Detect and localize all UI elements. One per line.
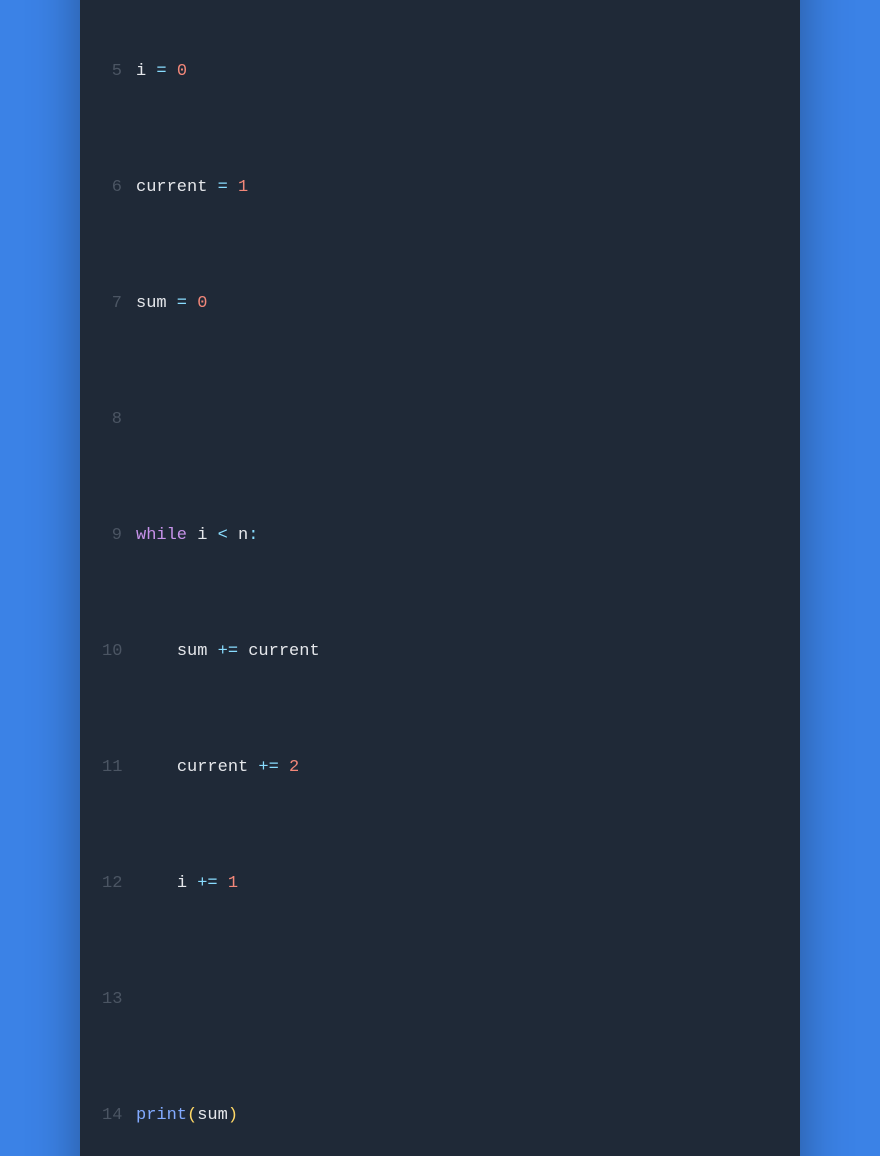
line-number: 8: [102, 405, 136, 434]
line-number: 5: [102, 57, 136, 86]
token-number: 0: [177, 62, 187, 81]
token-operator: <: [207, 526, 238, 545]
token-space: [187, 526, 197, 545]
line-number: 12: [102, 869, 136, 898]
line-number: 7: [102, 289, 136, 318]
token-number: 1: [238, 178, 248, 197]
line-number: 11: [102, 753, 136, 782]
token-variable: n: [238, 526, 248, 545]
line-number: 6: [102, 173, 136, 202]
token-operator: +=: [207, 642, 248, 661]
token-paren: (: [187, 1106, 197, 1125]
token-indent: [136, 758, 177, 777]
token-builtin: print: [136, 1106, 187, 1125]
line-number: 9: [102, 521, 136, 550]
code-line: 11 current += 2: [102, 753, 778, 782]
code-block: 1 # @devsaurabh_ devsaurabh.com 2 # Pyth…: [102, 0, 778, 1156]
token-indent: [136, 874, 177, 893]
token-paren: ): [228, 1106, 238, 1125]
token-operator: +=: [248, 758, 289, 777]
code-line: 5 i = 0: [102, 57, 778, 86]
token-variable: current: [177, 758, 248, 777]
code-line: 13: [102, 985, 778, 1014]
token-operator: =: [146, 62, 177, 81]
token-operator: =: [207, 178, 238, 197]
code-line: 14 print(sum): [102, 1101, 778, 1130]
code-line: 10 sum += current: [102, 637, 778, 666]
token-variable: sum: [177, 642, 208, 661]
token-variable: current: [136, 178, 207, 197]
line-number: 13: [102, 985, 136, 1014]
code-line: 9 while i < n:: [102, 521, 778, 550]
token-variable: sum: [136, 294, 167, 313]
token-operator: +=: [187, 874, 228, 893]
code-line: 6 current = 1: [102, 173, 778, 202]
token-indent: [136, 642, 177, 661]
line-number: 14: [102, 1101, 136, 1130]
token-operator: =: [167, 294, 198, 313]
token-variable: current: [248, 642, 319, 661]
token-variable: i: [177, 874, 187, 893]
token-number: 0: [197, 294, 207, 313]
code-line: 12 i += 1: [102, 869, 778, 898]
token-variable: i: [197, 526, 207, 545]
token-keyword: while: [136, 526, 187, 545]
token-number: 2: [289, 758, 299, 777]
token-number: 1: [228, 874, 238, 893]
token-variable: i: [136, 62, 146, 81]
code-line: 7 sum = 0: [102, 289, 778, 318]
code-line: 8: [102, 405, 778, 434]
line-number: 10: [102, 637, 136, 666]
token-variable: sum: [197, 1106, 228, 1125]
token-colon: :: [248, 526, 258, 545]
code-window: 1 # @devsaurabh_ devsaurabh.com 2 # Pyth…: [80, 0, 800, 1156]
